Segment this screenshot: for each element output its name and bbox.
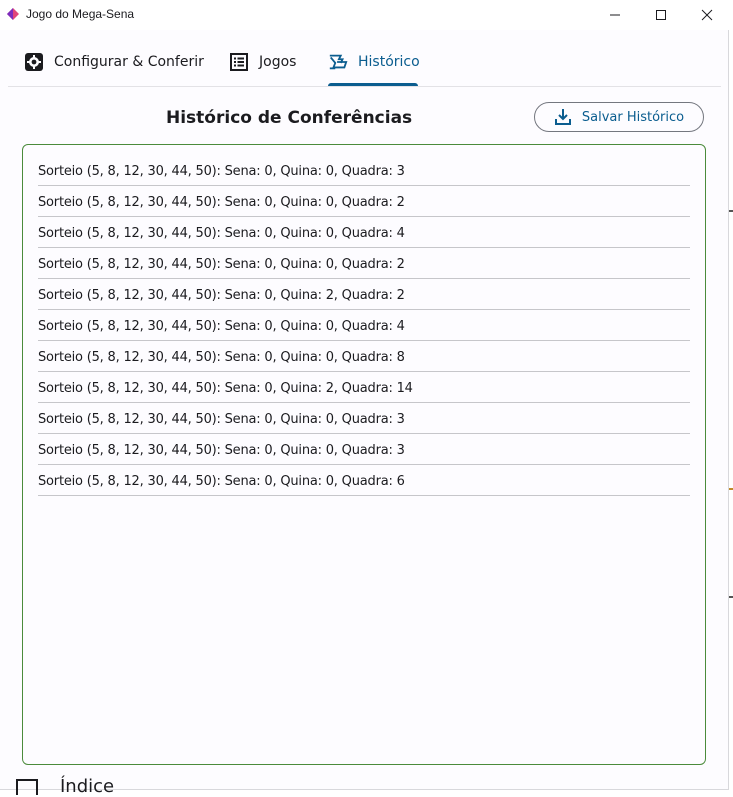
app-logo-icon: [7, 8, 19, 20]
edge-artifact: [729, 488, 733, 490]
history-list[interactable]: Sorteio (5, 8, 12, 30, 44, 50): Sena: 0,…: [22, 144, 706, 765]
close-button[interactable]: [684, 0, 730, 30]
tab-historico[interactable]: Histórico: [328, 38, 420, 86]
history-icon: [328, 52, 348, 72]
history-entries: Sorteio (5, 8, 12, 30, 44, 50): Sena: 0,…: [38, 155, 690, 496]
background-window-label: Índice: [60, 776, 115, 797]
history-entry[interactable]: Sorteio (5, 8, 12, 30, 44, 50): Sena: 0,…: [38, 217, 690, 248]
maximize-icon: [656, 10, 666, 20]
tab-label: Configurar & Conferir: [54, 54, 204, 70]
history-entry[interactable]: Sorteio (5, 8, 12, 30, 44, 50): Sena: 0,…: [38, 155, 690, 186]
close-icon: [701, 9, 713, 21]
history-entry[interactable]: Sorteio (5, 8, 12, 30, 44, 50): Sena: 0,…: [38, 248, 690, 279]
edge-artifact: [729, 210, 733, 212]
download-icon: [554, 109, 571, 125]
history-entry[interactable]: Sorteio (5, 8, 12, 30, 44, 50): Sena: 0,…: [38, 341, 690, 372]
history-entry[interactable]: Sorteio (5, 8, 12, 30, 44, 50): Sena: 0,…: [38, 310, 690, 341]
maximize-button[interactable]: [638, 0, 684, 30]
minimize-icon: [610, 14, 620, 16]
tab-configurar-conferir[interactable]: Configurar & Conferir: [24, 38, 204, 86]
save-history-button[interactable]: Salvar Histórico: [534, 102, 704, 132]
save-history-label: Salvar Histórico: [581, 109, 685, 125]
page-title: Histórico de Conferências: [166, 108, 413, 128]
window-title: Jogo do Mega-Sena: [26, 7, 135, 21]
history-entry[interactable]: Sorteio (5, 8, 12, 30, 44, 50): Sena: 0,…: [38, 279, 690, 310]
tab-label: Histórico: [358, 54, 420, 70]
history-entry[interactable]: Sorteio (5, 8, 12, 30, 44, 50): Sena: 0,…: [38, 186, 690, 217]
edge-artifact: [729, 596, 733, 598]
tab-bar: Configurar & Conferir Jogos Histórico: [8, 38, 721, 87]
history-entry[interactable]: Sorteio (5, 8, 12, 30, 44, 50): Sena: 0,…: [38, 372, 690, 403]
title-bar[interactable]: Jogo do Mega-Sena: [0, 0, 729, 30]
selected-tab-indicator: [328, 83, 418, 86]
gear-icon: [24, 52, 44, 72]
history-entry[interactable]: Sorteio (5, 8, 12, 30, 44, 50): Sena: 0,…: [38, 465, 690, 496]
app-window: Jogo do Mega-Sena Configurar & Conferir …: [0, 0, 729, 790]
history-entry[interactable]: Sorteio (5, 8, 12, 30, 44, 50): Sena: 0,…: [38, 434, 690, 465]
tab-label: Jogos: [259, 54, 297, 70]
tab-jogos[interactable]: Jogos: [229, 38, 296, 86]
minimize-button[interactable]: [592, 0, 638, 30]
history-entry[interactable]: Sorteio (5, 8, 12, 30, 44, 50): Sena: 0,…: [38, 403, 690, 434]
list-icon: [229, 52, 249, 72]
background-window-icon: [16, 779, 38, 795]
